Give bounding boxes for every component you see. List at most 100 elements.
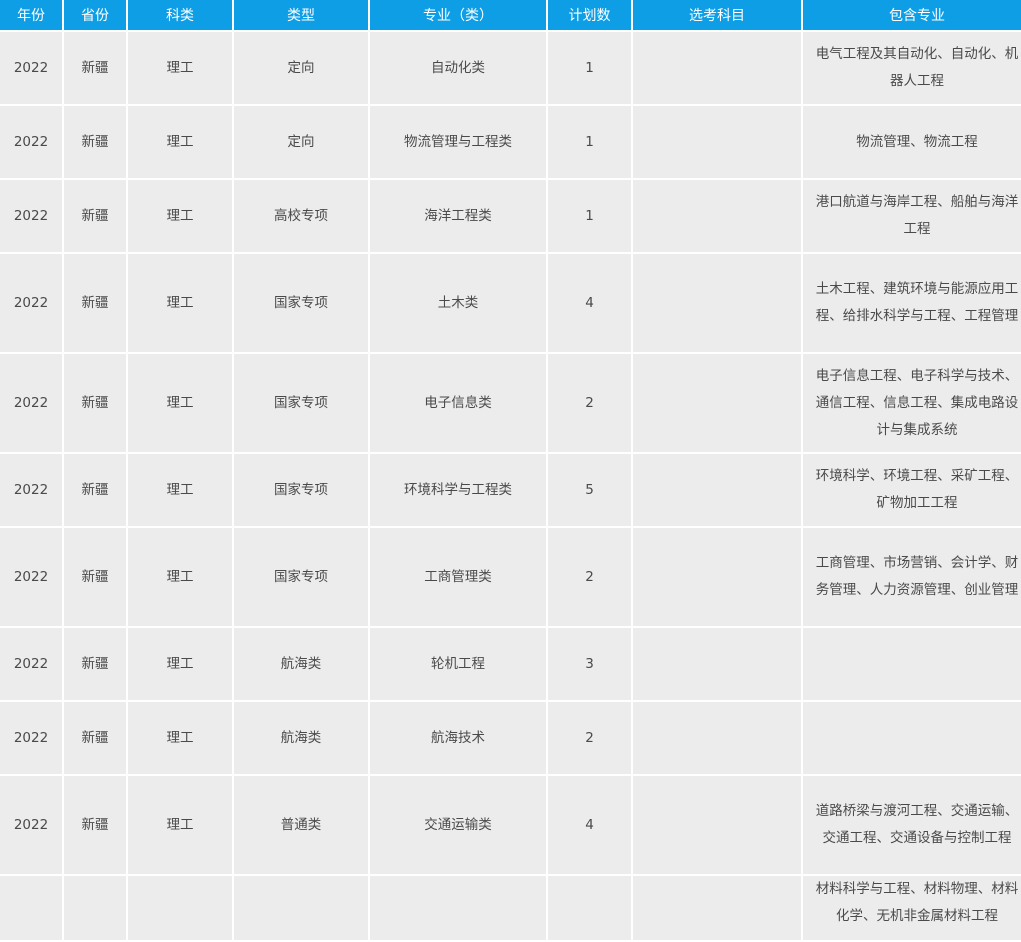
cell-province: 新疆 xyxy=(64,254,126,352)
cell-type: 国家专项 xyxy=(234,354,368,452)
cell-major: 物流管理与工程类 xyxy=(370,106,546,178)
cell-subject: 理工 xyxy=(128,32,232,104)
cell-type: 普通类 xyxy=(234,776,368,874)
cell-major: 土木类 xyxy=(370,254,546,352)
cell-includes xyxy=(803,628,1021,700)
cell-plan xyxy=(548,876,631,940)
cell-year: 2022 xyxy=(0,180,62,252)
cell-plan: 4 xyxy=(548,254,631,352)
cell-province: 新疆 xyxy=(64,180,126,252)
cell-province: 新疆 xyxy=(64,354,126,452)
cell-elective xyxy=(633,702,801,774)
cell-subject: 理工 xyxy=(128,702,232,774)
cell-year: 2022 xyxy=(0,254,62,352)
table-row: 2022 新疆 理工 高校专项 海洋工程类 1 港口航道与海岸工程、船舶与海洋工… xyxy=(0,180,1021,252)
cell-subject: 理工 xyxy=(128,106,232,178)
cell-province: 新疆 xyxy=(64,628,126,700)
cell-year: 2022 xyxy=(0,776,62,874)
cell-type: 定向 xyxy=(234,106,368,178)
cell-subject: 理工 xyxy=(128,180,232,252)
table-header-row: 年份 省份 科类 类型 专业（类） 计划数 选考科目 包含专业 xyxy=(0,0,1021,30)
cell-type: 国家专项 xyxy=(234,528,368,626)
cell-includes: 电气工程及其自动化、自动化、机器人工程 xyxy=(803,32,1021,104)
cell-province: 新疆 xyxy=(64,106,126,178)
cell-elective xyxy=(633,628,801,700)
cell-major: 环境科学与工程类 xyxy=(370,454,546,526)
cell-type: 航海类 xyxy=(234,628,368,700)
header-province: 省份 xyxy=(64,0,126,30)
cell-year: 2022 xyxy=(0,32,62,104)
cell-elective xyxy=(633,528,801,626)
cell-year: 2022 xyxy=(0,702,62,774)
cell-major xyxy=(370,876,546,940)
cell-major: 电子信息类 xyxy=(370,354,546,452)
table-row: 2022 新疆 理工 普通类 交通运输类 4 道路桥梁与渡河工程、交通运输、交通… xyxy=(0,776,1021,874)
cell-elective xyxy=(633,454,801,526)
cell-elective xyxy=(633,776,801,874)
cell-year: 2022 xyxy=(0,354,62,452)
cell-major: 工商管理类 xyxy=(370,528,546,626)
admission-plan-table: 年份 省份 科类 类型 专业（类） 计划数 选考科目 包含专业 2022 新疆 … xyxy=(0,0,1021,942)
cell-subject: 理工 xyxy=(128,776,232,874)
cell-plan: 1 xyxy=(548,32,631,104)
header-subject: 科类 xyxy=(128,0,232,30)
cell-plan: 1 xyxy=(548,180,631,252)
cell-province: 新疆 xyxy=(64,528,126,626)
cell-plan: 2 xyxy=(548,354,631,452)
cell-plan: 3 xyxy=(548,628,631,700)
cell-year: 2022 xyxy=(0,454,62,526)
cell-elective xyxy=(633,354,801,452)
cell-elective xyxy=(633,180,801,252)
table-row: 2022 新疆 理工 国家专项 电子信息类 2 电子信息工程、电子科学与技术、通… xyxy=(0,354,1021,452)
cell-elective xyxy=(633,876,801,940)
table-row: 2022 新疆 理工 航海类 轮机工程 3 xyxy=(0,628,1021,700)
cell-elective xyxy=(633,254,801,352)
cell-province xyxy=(64,876,126,940)
cell-subject: 理工 xyxy=(128,354,232,452)
cell-type: 航海类 xyxy=(234,702,368,774)
cell-type: 高校专项 xyxy=(234,180,368,252)
header-includes: 包含专业 xyxy=(803,0,1021,30)
cell-includes: 道路桥梁与渡河工程、交通运输、交通工程、交通设备与控制工程 xyxy=(803,776,1021,874)
cell-subject xyxy=(128,876,232,940)
table-row: 2022 新疆 理工 定向 物流管理与工程类 1 物流管理、物流工程 xyxy=(0,106,1021,178)
cell-subject: 理工 xyxy=(128,628,232,700)
cell-elective xyxy=(633,106,801,178)
cell-year: 2022 xyxy=(0,528,62,626)
cell-plan: 1 xyxy=(548,106,631,178)
cell-elective xyxy=(633,32,801,104)
cell-type: 国家专项 xyxy=(234,254,368,352)
cell-includes: 土木工程、建筑环境与能源应用工程、给排水科学与工程、工程管理 xyxy=(803,254,1021,352)
cell-province: 新疆 xyxy=(64,454,126,526)
table-row: 2022 新疆 理工 国家专项 工商管理类 2 工商管理、市场营销、会计学、财务… xyxy=(0,528,1021,626)
cell-includes: 物流管理、物流工程 xyxy=(803,106,1021,178)
cell-year: 2022 xyxy=(0,628,62,700)
cell-subject: 理工 xyxy=(128,454,232,526)
cell-plan: 5 xyxy=(548,454,631,526)
cell-major: 交通运输类 xyxy=(370,776,546,874)
header-plan: 计划数 xyxy=(548,0,631,30)
cell-province: 新疆 xyxy=(64,32,126,104)
table-row: 2022 新疆 理工 国家专项 环境科学与工程类 5 环境科学、环境工程、采矿工… xyxy=(0,454,1021,526)
cell-province: 新疆 xyxy=(64,776,126,874)
header-year: 年份 xyxy=(0,0,62,30)
cell-includes xyxy=(803,702,1021,774)
table-row: 2022 新疆 理工 航海类 航海技术 2 xyxy=(0,702,1021,774)
cell-plan: 2 xyxy=(548,528,631,626)
cell-major: 海洋工程类 xyxy=(370,180,546,252)
table-row: 2022 新疆 理工 国家专项 土木类 4 土木工程、建筑环境与能源应用工程、给… xyxy=(0,254,1021,352)
cell-major: 航海技术 xyxy=(370,702,546,774)
table-row: 2022 新疆 理工 定向 自动化类 1 电气工程及其自动化、自动化、机器人工程 xyxy=(0,32,1021,104)
table-row: 材料科学与工程、材料物理、材料化学、无机非金属材料工程 xyxy=(0,876,1021,940)
header-major: 专业（类） xyxy=(370,0,546,30)
cell-subject: 理工 xyxy=(128,528,232,626)
header-type: 类型 xyxy=(234,0,368,30)
cell-major: 自动化类 xyxy=(370,32,546,104)
cell-plan: 4 xyxy=(548,776,631,874)
cell-major: 轮机工程 xyxy=(370,628,546,700)
cell-includes: 电子信息工程、电子科学与技术、通信工程、信息工程、集成电路设计与集成系统 xyxy=(803,354,1021,452)
cell-includes: 港口航道与海岸工程、船舶与海洋工程 xyxy=(803,180,1021,252)
cell-subject: 理工 xyxy=(128,254,232,352)
cell-includes: 工商管理、市场营销、会计学、财务管理、人力资源管理、创业管理 xyxy=(803,528,1021,626)
cell-year: 2022 xyxy=(0,106,62,178)
